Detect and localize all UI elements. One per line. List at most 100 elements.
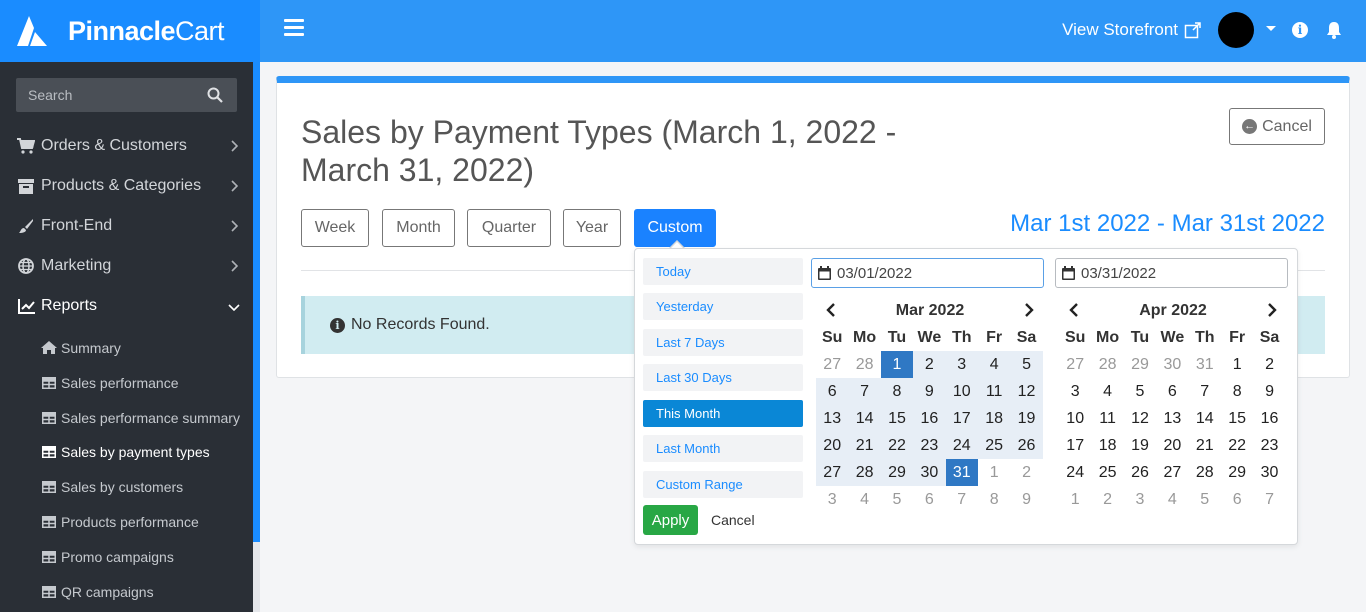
brand-area[interactable]: PinnacleCart (0, 0, 260, 62)
calendar-day[interactable]: 18 (977, 405, 1011, 432)
calendar-day[interactable]: 5 (1010, 351, 1043, 378)
calendar-day[interactable]: 12 (1010, 378, 1043, 405)
calendar-day[interactable]: 2 (913, 351, 946, 378)
calendar-day[interactable]: 27 (1059, 351, 1091, 378)
calendar-day[interactable]: 3 (816, 486, 848, 513)
sidebar-item-front-end[interactable]: Front-End (0, 206, 253, 246)
calendar-day[interactable]: 27 (816, 459, 849, 486)
calendar-day[interactable]: 28 (848, 351, 880, 378)
calendar-day[interactable]: 8 (1221, 378, 1253, 405)
calendar-day[interactable]: 15 (1221, 405, 1253, 432)
calendar-day[interactable]: 16 (1253, 405, 1285, 432)
sidebar-item-reports[interactable]: Reports (0, 286, 253, 326)
calendar-day[interactable]: 6 (816, 378, 849, 405)
calendar-day[interactable]: 3 (1059, 378, 1091, 405)
calendar-day[interactable]: 4 (977, 351, 1011, 378)
calendar-day[interactable]: 4 (1156, 486, 1188, 513)
range-option-today[interactable]: Today (643, 258, 803, 285)
calendar-day[interactable]: 15 (880, 405, 914, 432)
calendar-day[interactable]: 24 (945, 432, 978, 459)
apply-button[interactable]: Apply (643, 505, 698, 535)
calendar-day[interactable]: 26 (1124, 459, 1156, 486)
calendar-day[interactable]: 1 (978, 459, 1010, 486)
calendar-day[interactable]: 5 (881, 486, 913, 513)
calendar-day[interactable]: 31 (945, 459, 978, 486)
date-range-display[interactable]: Mar 1st 2022 - Mar 31st 2022 (1010, 210, 1325, 238)
user-avatar[interactable] (1218, 12, 1254, 48)
range-option-this-month[interactable]: This Month (643, 400, 803, 427)
calendar-day[interactable]: 16 (913, 405, 946, 432)
calendar-day[interactable]: 7 (1253, 486, 1285, 513)
calendar-day[interactable]: 22 (880, 432, 914, 459)
calendar-day[interactable]: 1 (1221, 351, 1253, 378)
calendar-day[interactable]: 9 (1253, 378, 1285, 405)
calendar-day[interactable]: 6 (1156, 378, 1188, 405)
calendar-day[interactable]: 26 (1010, 432, 1043, 459)
calendar-day[interactable]: 12 (1124, 405, 1156, 432)
calendar-day[interactable]: 24 (1059, 459, 1091, 486)
range-option-last-30-days[interactable]: Last 30 Days (643, 364, 803, 391)
calendar-day[interactable]: 9 (1010, 486, 1042, 513)
calendar-day[interactable]: 28 (1189, 459, 1221, 486)
start-date-input[interactable]: 03/01/2022 (811, 258, 1044, 288)
period-week-button[interactable]: Week (301, 209, 369, 247)
calendar-day[interactable]: 25 (1091, 459, 1123, 486)
sidebar-subitem-promo-campaigns[interactable]: Promo campaigns (0, 539, 253, 574)
calendar-day[interactable]: 14 (1189, 405, 1221, 432)
chevron-right-icon[interactable] (1024, 303, 1034, 317)
calendar-day[interactable]: 17 (945, 405, 978, 432)
picker-cancel-button[interactable]: Cancel (711, 512, 755, 528)
calendar-day[interactable]: 5 (1189, 486, 1221, 513)
sidebar-subitem-sales-performance-summary[interactable]: Sales performance summary (0, 400, 253, 435)
calendar-day[interactable]: 11 (1091, 405, 1123, 432)
calendar-day[interactable]: 8 (880, 378, 914, 405)
range-option-last-month[interactable]: Last Month (643, 435, 803, 462)
calendar-day[interactable]: 29 (1221, 459, 1253, 486)
calendar-day[interactable]: 3 (1124, 486, 1156, 513)
calendar-day[interactable]: 7 (848, 378, 881, 405)
menu-toggle-icon[interactable] (284, 19, 304, 37)
info-icon[interactable]: i (1292, 22, 1308, 38)
calendar-day[interactable]: 3 (945, 351, 978, 378)
bell-icon[interactable] (1326, 21, 1342, 39)
calendar-day[interactable]: 2 (1091, 486, 1123, 513)
calendar-day[interactable]: 1 (880, 351, 914, 378)
sidebar-subitem-sales-by-customers[interactable]: Sales by customers (0, 469, 253, 504)
calendar-day[interactable]: 5 (1124, 378, 1156, 405)
calendar-day[interactable]: 27 (816, 351, 848, 378)
sidebar-item-orders-customers[interactable]: Orders & Customers (0, 126, 253, 166)
calendar-day[interactable]: 13 (816, 405, 849, 432)
calendar-day[interactable]: 4 (1091, 378, 1123, 405)
calendar-day[interactable]: 14 (848, 405, 881, 432)
calendar-day[interactable]: 17 (1059, 432, 1091, 459)
sidebar-subitem-sales-performance[interactable]: Sales performance (0, 365, 253, 400)
calendar-day[interactable]: 6 (913, 486, 945, 513)
calendar-day[interactable]: 18 (1091, 432, 1123, 459)
user-menu-caret-icon[interactable] (1266, 26, 1276, 31)
calendar-day[interactable]: 7 (946, 486, 978, 513)
range-option-last-7-days[interactable]: Last 7 Days (643, 329, 803, 356)
sidebar-scrollbar[interactable] (253, 62, 260, 612)
calendar-day[interactable]: 11 (977, 378, 1011, 405)
period-month-button[interactable]: Month (382, 209, 455, 247)
sidebar-item-marketing[interactable]: Marketing (0, 246, 253, 286)
calendar-day[interactable]: 22 (1221, 432, 1253, 459)
sidebar-subitem-qr-campaigns[interactable]: QR campaigns (0, 574, 253, 609)
calendar-day[interactable]: 29 (880, 459, 914, 486)
search-input[interactable] (16, 78, 196, 112)
calendar-day[interactable]: 21 (1189, 432, 1221, 459)
calendar-day[interactable]: 25 (977, 432, 1011, 459)
calendar-day[interactable]: 21 (848, 432, 881, 459)
sidebar-subitem-products-performance[interactable]: Products performance (0, 504, 253, 539)
calendar-day[interactable]: 28 (848, 459, 881, 486)
cancel-button[interactable]: ← Cancel (1229, 108, 1325, 145)
chevron-right-icon[interactable] (1267, 303, 1277, 317)
calendar-day[interactable]: 19 (1124, 432, 1156, 459)
calendar-day[interactable]: 4 (848, 486, 880, 513)
period-quarter-button[interactable]: Quarter (467, 209, 551, 247)
calendar-day[interactable]: 28 (1091, 351, 1123, 378)
calendar-day[interactable]: 19 (1010, 405, 1043, 432)
calendar-day[interactable]: 10 (945, 378, 978, 405)
calendar-day[interactable]: 27 (1156, 459, 1188, 486)
calendar-day[interactable]: 23 (913, 432, 946, 459)
